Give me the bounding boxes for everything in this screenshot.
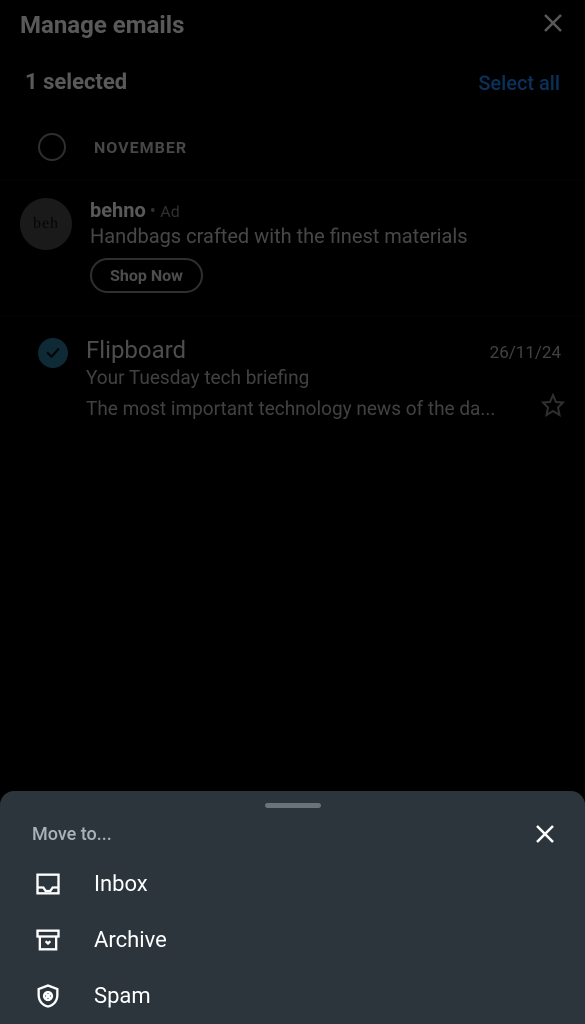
date-label: NOVEMBER <box>94 138 187 157</box>
sheet-item-spam[interactable]: Spam <box>0 968 585 1024</box>
ad-row[interactable]: beh behno • Ad Handbags crafted with the… <box>0 179 585 316</box>
sheet-item-label: Inbox <box>94 872 148 897</box>
header: Manage emails <box>0 0 585 50</box>
inbox-icon <box>34 870 62 898</box>
email-preview: The most important technology news of th… <box>86 397 533 420</box>
move-to-sheet: Move to... Inbox Archive <box>0 791 585 1024</box>
sheet-item-archive[interactable]: Archive <box>0 912 585 968</box>
close-icon[interactable] <box>541 9 565 42</box>
close-icon[interactable] <box>533 822 557 846</box>
email-checkbox-checked[interactable] <box>38 338 68 368</box>
ad-button[interactable]: Shop Now <box>90 258 203 293</box>
ad-tag: Ad <box>160 202 179 221</box>
ad-avatar: beh <box>20 198 72 250</box>
archive-icon <box>34 926 62 954</box>
email-content: Flipboard 26/11/24 Your Tuesday tech bri… <box>86 336 565 423</box>
ad-content: behno • Ad Handbags crafted with the fin… <box>90 198 565 293</box>
email-sender: Flipboard <box>86 336 186 364</box>
ad-advertiser: behno <box>90 198 146 222</box>
drag-handle[interactable] <box>265 803 321 808</box>
sheet-item-label: Spam <box>94 984 151 1009</box>
subheader: 1 selected Select all <box>0 50 585 115</box>
ad-separator: • <box>150 201 161 222</box>
sheet-header: Move to... <box>0 822 585 856</box>
select-all-month-checkbox[interactable] <box>38 133 66 161</box>
ad-text: Handbags crafted with the finest materia… <box>90 224 565 248</box>
star-icon[interactable] <box>541 393 565 423</box>
spam-icon <box>34 982 62 1010</box>
email-subject: Your Tuesday tech briefing <box>86 366 565 389</box>
page-title: Manage emails <box>20 11 184 39</box>
email-row[interactable]: Flipboard 26/11/24 Your Tuesday tech bri… <box>0 316 585 439</box>
sheet-item-label: Archive <box>94 928 167 953</box>
date-group-header: NOVEMBER <box>0 115 585 179</box>
sheet-item-inbox[interactable]: Inbox <box>0 856 585 912</box>
email-date: 26/11/24 <box>490 343 565 363</box>
select-all-button[interactable]: Select all <box>478 71 560 95</box>
sheet-title: Move to... <box>32 824 112 845</box>
selected-count: 1 selected <box>25 70 127 95</box>
